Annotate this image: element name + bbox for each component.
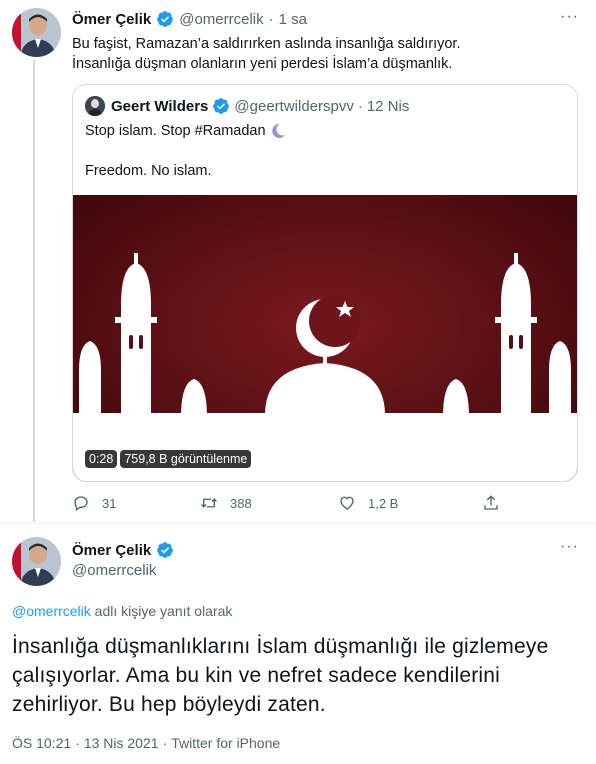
quoted-tweet-header: Geert Wilders @geertwilderspvv · 12 Nis	[111, 97, 409, 115]
quoted-text-content: Stop islam. Stop #Ramadan	[85, 123, 266, 139]
tweet-source[interactable]: Twitter for iPhone	[171, 735, 280, 751]
quoted-text-line: Stop islam. Stop #Ramadan	[85, 121, 287, 141]
more-options-icon[interactable]: ···	[560, 8, 579, 26]
reply-to-suffix: adlı kişiye yanıt olarak	[90, 603, 233, 619]
retweet-icon	[201, 498, 217, 508]
main-tweet-text: İnsanlığa düşmanlıklarını İslam düşmanlı…	[12, 632, 590, 719]
heart-icon	[340, 496, 354, 510]
share-icon	[484, 495, 498, 510]
separator-dot: ·	[162, 735, 168, 751]
retweet-count: 388	[230, 495, 252, 511]
reply-button[interactable]: 31	[72, 494, 116, 512]
tweet-meta: ÖS 10:21 · 13 Nis 2021 · Twitter for iPhone	[12, 735, 280, 751]
like-count: 1,2 B	[368, 495, 399, 511]
video-views-badge: 759,8 B görüntülenme	[120, 450, 252, 468]
tweet-time[interactable]: 1 sa	[279, 11, 307, 28]
main-author-handle[interactable]: @omerrcelik	[72, 562, 156, 579]
tweet-header: Ömer Çelik @omerrcelik · 1 sa	[72, 10, 307, 28]
thread-connector-line	[33, 60, 35, 522]
video-duration-badge: 0:28	[85, 450, 118, 468]
share-button[interactable]	[482, 494, 512, 512]
separator-dot: ·	[268, 10, 274, 28]
tweet-text-line: İnsanlığa düşman olanların yeni perdesi …	[72, 56, 453, 72]
main-author-avatar[interactable]	[12, 537, 61, 586]
mosque-silhouette-image	[73, 195, 577, 481]
verified-badge-icon	[157, 11, 174, 27]
main-text-line: zehirliyor. Bu hep böyleydi zaten.	[12, 693, 326, 716]
main-text-line: İnsanlığa düşmanlıklarını İslam düşmanlı…	[12, 635, 549, 658]
tweet-text: Bu faşist, Ramazan’a saldırırken aslında…	[72, 34, 572, 74]
main-tweet-header: Ömer Çelik	[72, 541, 174, 559]
tweet-separator	[0, 523, 596, 524]
author-name[interactable]: Ömer Çelik	[72, 11, 151, 28]
main-author-name[interactable]: Ömer Çelik	[72, 542, 151, 559]
author-handle[interactable]: @omerrcelik	[179, 11, 263, 28]
reply-count: 31	[102, 495, 117, 511]
quoted-tweet-time: 12 Nis	[366, 97, 410, 115]
separator-dot: ·	[75, 735, 80, 751]
retweet-button[interactable]: 388	[200, 494, 252, 512]
tweet-date[interactable]: 13 Nis 2021	[84, 735, 159, 751]
quoted-author-handle: @geertwilderspvv	[234, 97, 354, 115]
verified-badge-icon	[213, 98, 230, 114]
reply-to-handle-link[interactable]: @omerrcelik	[12, 603, 91, 619]
tweet-text-line: Bu faşist, Ramazan’a saldırırken aslında…	[72, 36, 461, 52]
video-info-badges: 0:28 759,8 B görüntülenme	[85, 450, 252, 468]
quoted-author-avatar	[85, 96, 105, 116]
author-avatar[interactable]	[12, 8, 61, 57]
more-options-icon[interactable]: ···	[560, 538, 579, 556]
video-thumbnail[interactable]: 0:28 759,8 B görüntülenme	[73, 195, 577, 481]
reply-icon	[74, 496, 88, 512]
verified-badge-icon	[157, 542, 174, 558]
quoted-author-name: Geert Wilders	[111, 97, 209, 115]
separator-dot: ·	[357, 97, 363, 115]
tweet-time[interactable]: ÖS 10:21	[12, 735, 71, 751]
reply-context: @omerrcelik adlı kişiye yanıt olarak	[12, 603, 232, 619]
like-button[interactable]: 1,2 B	[338, 494, 398, 512]
quoted-tweet-card[interactable]: Geert Wilders @geertwilderspvv · 12 Nis …	[72, 84, 578, 482]
crescent-moon-icon	[271, 123, 285, 138]
main-text-line: çalışıyorlar. Ama bu kin ve nefret sadec…	[12, 664, 501, 687]
quoted-text-line: Freedom. No islam.	[85, 163, 212, 179]
